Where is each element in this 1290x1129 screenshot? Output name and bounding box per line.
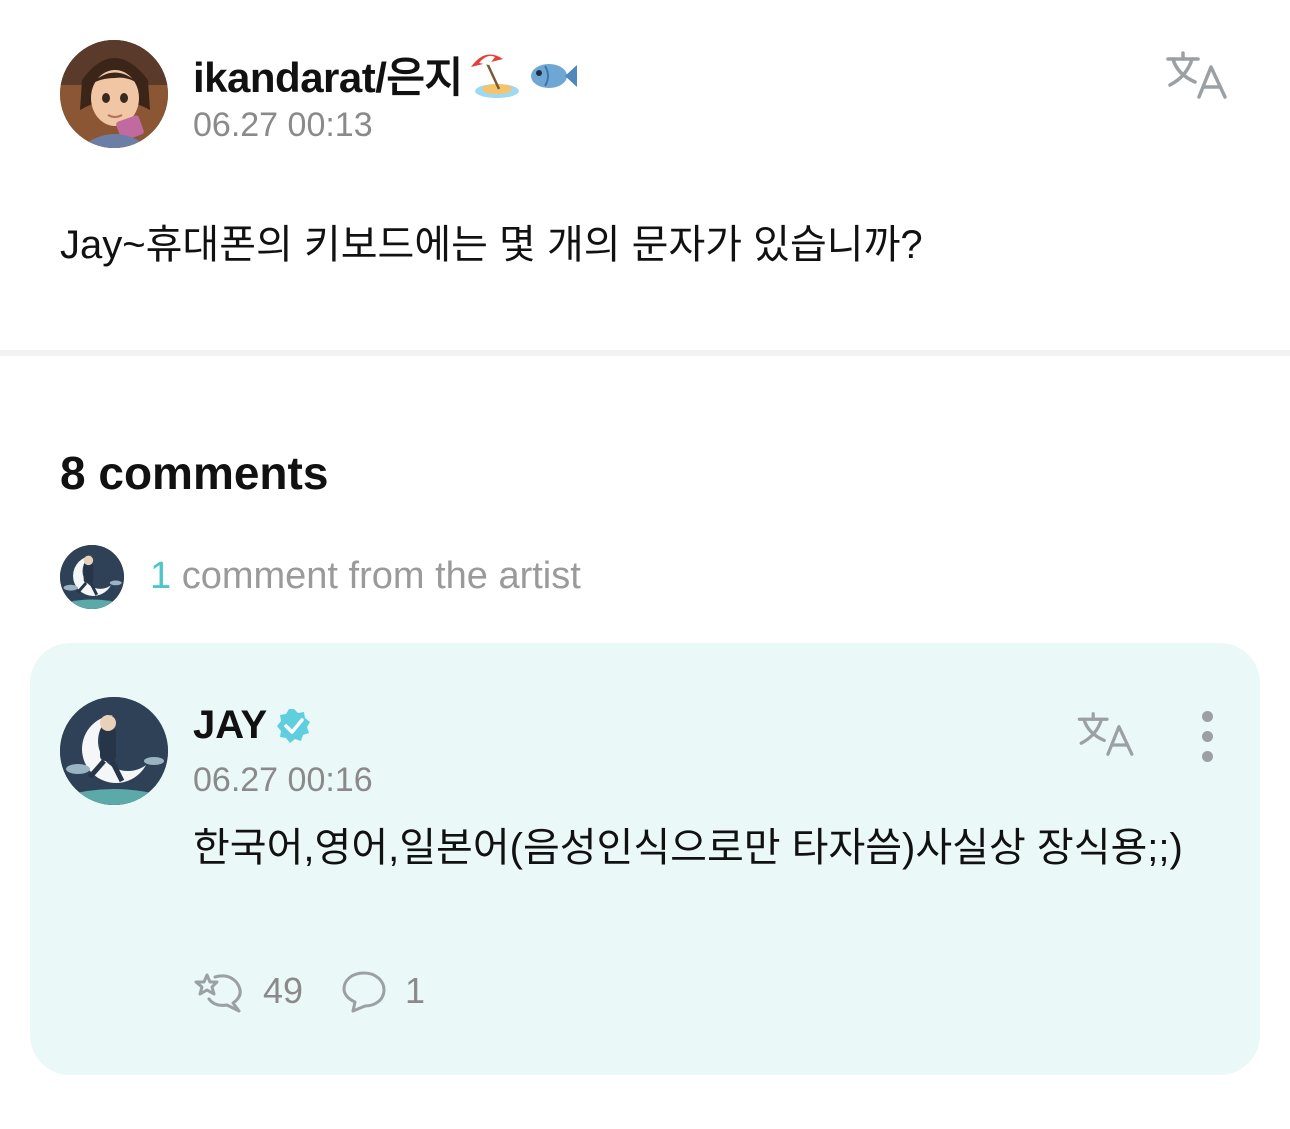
beach-umbrella-icon [469, 51, 521, 111]
like-icon [194, 973, 242, 1013]
reply-bubble-icon [342, 971, 386, 1013]
artist-comment-card: JAY 06.27 00:16 한국어,영어,일본어(음성인식으로만 타자씀)사… [30, 643, 1260, 1075]
user-avatar[interactable] [60, 40, 168, 148]
username[interactable]: ikandarat/은지 [193, 44, 579, 111]
comment-actions: 49 1 [193, 969, 463, 1013]
more-options-button[interactable] [1197, 711, 1217, 762]
reply-count: 1 [405, 970, 426, 1011]
translate-icon [1166, 51, 1227, 99]
reply-button[interactable]: 1 [341, 969, 425, 1013]
translate-icon [1077, 712, 1134, 756]
comments-count: 8 comments [60, 447, 329, 499]
artist-comment-summary: 1 comment from the artist [150, 555, 581, 598]
artist-comment-timestamp: 06.27 00:16 [193, 761, 373, 799]
username-text: ikandarat/은지 [193, 54, 463, 101]
artist-name-text: JAY [193, 703, 268, 747]
section-divider [0, 350, 1290, 356]
artist-comment-number: 1 [150, 555, 172, 597]
fish-icon [527, 56, 579, 106]
post-timestamp: 06.27 00:13 [193, 106, 373, 144]
translate-button[interactable] [1165, 50, 1231, 105]
post-body: Jay~휴대폰의 키보드에는 몇 개의 문자가 있습니까? [60, 223, 923, 267]
translate-comment-button[interactable] [1076, 711, 1138, 762]
artist-comments-link[interactable]: 1 comment from the artist [60, 545, 860, 609]
artist-avatar[interactable] [60, 697, 168, 805]
more-vertical-icon [1197, 711, 1217, 762]
artist-comment-label: comment from the artist [171, 555, 581, 597]
artist-avatar-small [60, 545, 124, 609]
like-count: 49 [263, 970, 304, 1011]
post-header: ikandarat/은지 06.27 00:13 [60, 40, 1240, 150]
like-button[interactable]: 49 [193, 969, 303, 1013]
verified-badge-icon [277, 708, 311, 743]
artist-comment-body: 한국어,영어,일본어(음성인식으로만 타자씀)사실상 장식용;;) [193, 826, 1183, 870]
artist-name[interactable]: JAY [193, 703, 313, 748]
